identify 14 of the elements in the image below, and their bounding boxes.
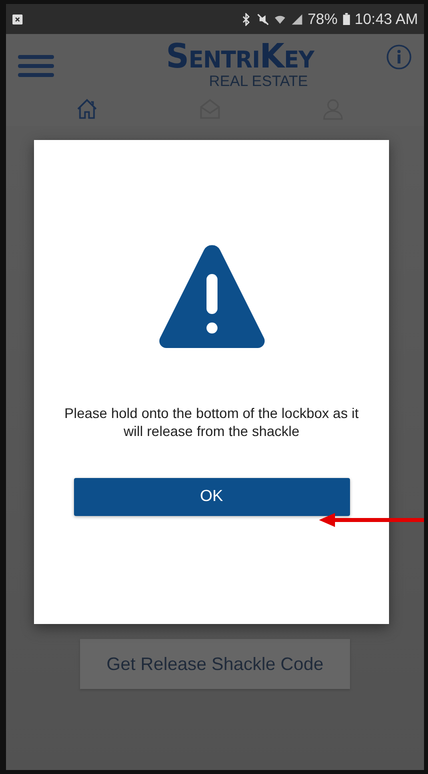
status-time: 10:43 AM — [354, 10, 418, 28]
app-logo: SentriKey — [166, 39, 314, 73]
info-icon[interactable] — [386, 44, 412, 70]
notification-icon — [12, 14, 23, 24]
home-icon — [75, 97, 100, 121]
warning-icon — [158, 244, 266, 348]
battery-icon — [342, 13, 350, 25]
menu-icon[interactable] — [18, 54, 54, 78]
logo-subtitle: REAL ESTATE — [209, 73, 308, 90]
ok-button[interactable]: OK — [74, 478, 350, 516]
battery-percent: 78% — [308, 10, 338, 28]
signal-icon — [290, 12, 303, 26]
mute-icon — [256, 12, 269, 26]
dialog-message: Please hold onto the bottom of the lockbox as it will release from the shackle — [63, 404, 360, 440]
